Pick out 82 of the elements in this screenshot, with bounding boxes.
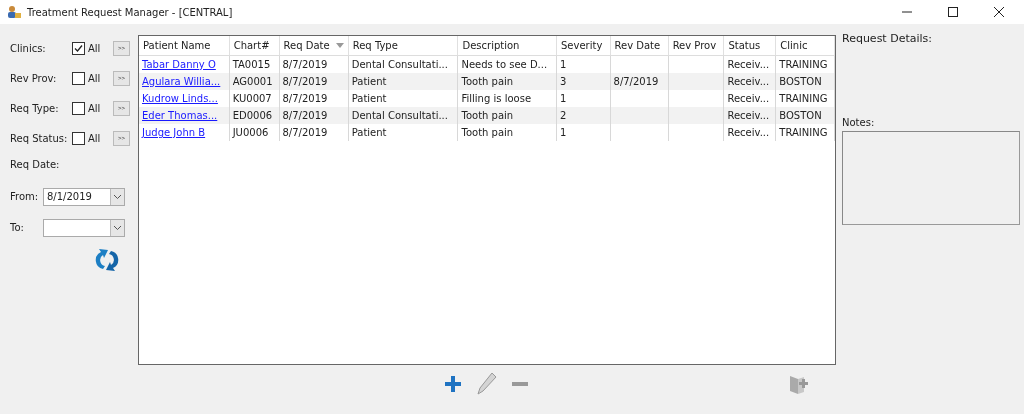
table-cell: 8/7/2019 [282,110,328,121]
notes-label: Notes: [842,117,876,130]
table-cell: Filling is loose [461,93,532,104]
plus-icon [444,375,462,393]
filter-label: Req Type: [10,102,60,114]
table-cell: Tooth pain [461,110,514,121]
minus-icon [512,382,528,386]
window-title: Treatment Request Manager - [CENTRAL] [27,6,233,18]
column-header[interactable]: Patient Name [139,36,230,56]
checkbox[interactable] [72,131,85,145]
table-cell: Tooth pain [461,76,514,87]
table-cell: TRAINING [779,59,828,70]
sort-arrow-icon [335,43,344,48]
refresh-icon[interactable] [94,247,120,273]
table-cell: Tooth pain [461,127,514,138]
checkbox-label: All [88,132,102,144]
table-cell: Patient [351,93,387,104]
filter-label: Req Status: [10,132,69,144]
table-cell: Receiv... [727,59,770,70]
close-icon[interactable] [994,7,1004,17]
filter-label: Rev Prov: [10,72,58,84]
table-cell: Dental Consultati... [351,110,448,121]
checkbox[interactable] [72,101,85,115]
table-cell: Receiv... [727,110,770,121]
table-cell: Needs to see D... [461,59,548,70]
pencil-icon [476,372,498,396]
patient-link[interactable]: Kudrow Linds... [142,93,218,104]
column-header[interactable]: Chart# [229,36,279,56]
table-cell: BOSTON [779,76,822,87]
table-cell: Patient [351,127,387,138]
column-header[interactable]: Severity [556,36,610,56]
table-cell: 8/7/2019 [613,76,659,87]
table-cell: 8/7/2019 [282,59,328,70]
notes-field[interactable] [842,131,1020,225]
column-header[interactable]: Clinic [775,36,835,56]
checkbox-label: All [88,42,102,54]
table-cell: KU0007 [232,93,272,104]
checkbox[interactable] [72,41,85,55]
table-cell: Receiv... [727,127,770,138]
dropdown-icon [113,193,122,200]
table-cell: JU0006 [232,127,269,138]
table-cell: Dental Consultati... [351,59,448,70]
add-button[interactable] [444,375,462,393]
checkbox-label: All [88,72,102,84]
table-cell: TA0015 [232,59,271,70]
column-header[interactable]: Req Date [279,36,349,56]
app-icon [6,4,22,20]
maximize-icon[interactable] [948,7,958,17]
table-cell: Patient [351,76,387,87]
patient-link[interactable]: Judge John B [142,127,206,138]
table-cell: TRAINING [779,127,828,138]
column-header[interactable]: Description [458,36,557,56]
table-cell: BOSTON [779,110,822,121]
table-cell: 1 [560,127,567,138]
to-date-field[interactable] [43,218,125,237]
column-header[interactable]: Status [723,36,776,56]
to-label: To: [10,222,25,233]
patient-link[interactable]: Tabar Danny O [142,59,216,70]
column-header[interactable]: Req Type [348,36,458,56]
table-cell: TRAINING [779,93,828,104]
table-cell: Receiv... [727,93,770,104]
from-label: From: [10,191,40,202]
filter-label: Clinics: [10,42,47,54]
details-title: Request Details: [842,32,934,47]
column-header[interactable]: Rev Date [610,36,669,56]
book-plus-icon [788,373,810,395]
table-cell: 8/7/2019 [282,93,328,104]
table-cell: Receiv... [727,76,770,87]
table-cell: 8/7/2019 [282,127,328,138]
from-date-field[interactable]: 8/1/2019 [43,187,125,206]
table-cell: 1 [560,59,567,70]
checkbox-label: All [88,102,102,114]
table-cell: 8/7/2019 [282,76,328,87]
req-date-label: Req Date: [10,159,61,172]
dropdown-icon [113,224,122,231]
checkbox[interactable] [72,71,85,85]
table-cell: 3 [560,76,567,87]
table-cell: AG0001 [232,76,273,87]
table-cell: 1 [560,93,567,104]
table-cell: 2 [560,110,567,121]
table-cell: ED0006 [232,110,273,121]
column-header[interactable]: Rev Prov [668,36,724,56]
